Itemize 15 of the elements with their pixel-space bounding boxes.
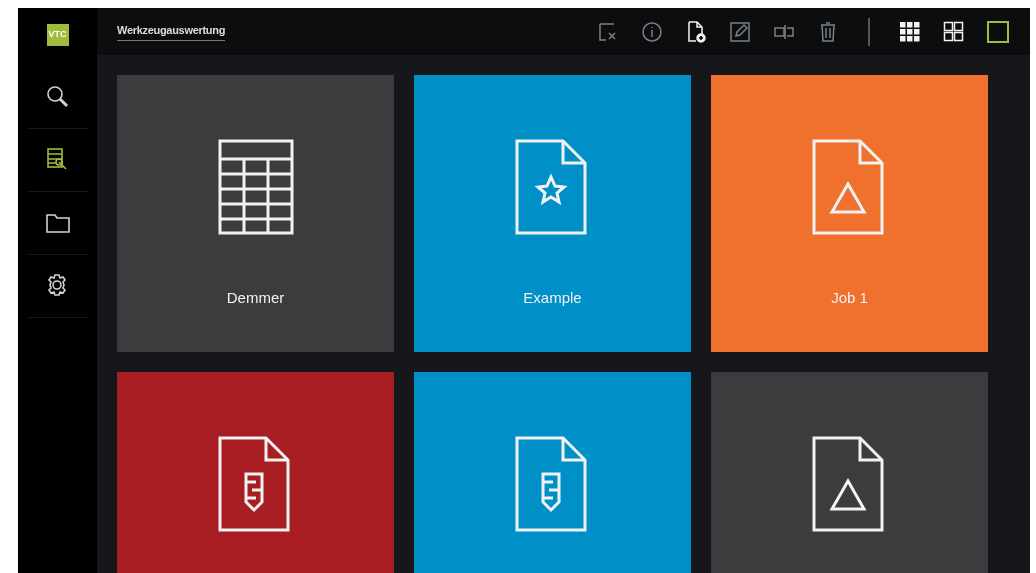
app-logo: VTC [46, 24, 69, 46]
small-grid-icon[interactable] [898, 19, 922, 44]
file-tile[interactable] [117, 372, 394, 573]
file-tile[interactable] [711, 372, 988, 573]
tile-label: Job 1 [831, 288, 868, 308]
single-tile-icon[interactable] [986, 19, 1010, 44]
medium-grid-icon[interactable] [942, 19, 966, 44]
file-tile[interactable]: Example [414, 75, 691, 352]
page-title: Werkzeugauswertung [117, 22, 226, 41]
search-icon[interactable] [44, 84, 71, 110]
tile-label: Demmer [226, 288, 285, 308]
file-tile[interactable]: Job 1 [711, 75, 988, 352]
file-tile[interactable]: Demmer [117, 75, 394, 352]
tile-label: Example [523, 288, 582, 308]
file-tile[interactable] [414, 372, 691, 573]
